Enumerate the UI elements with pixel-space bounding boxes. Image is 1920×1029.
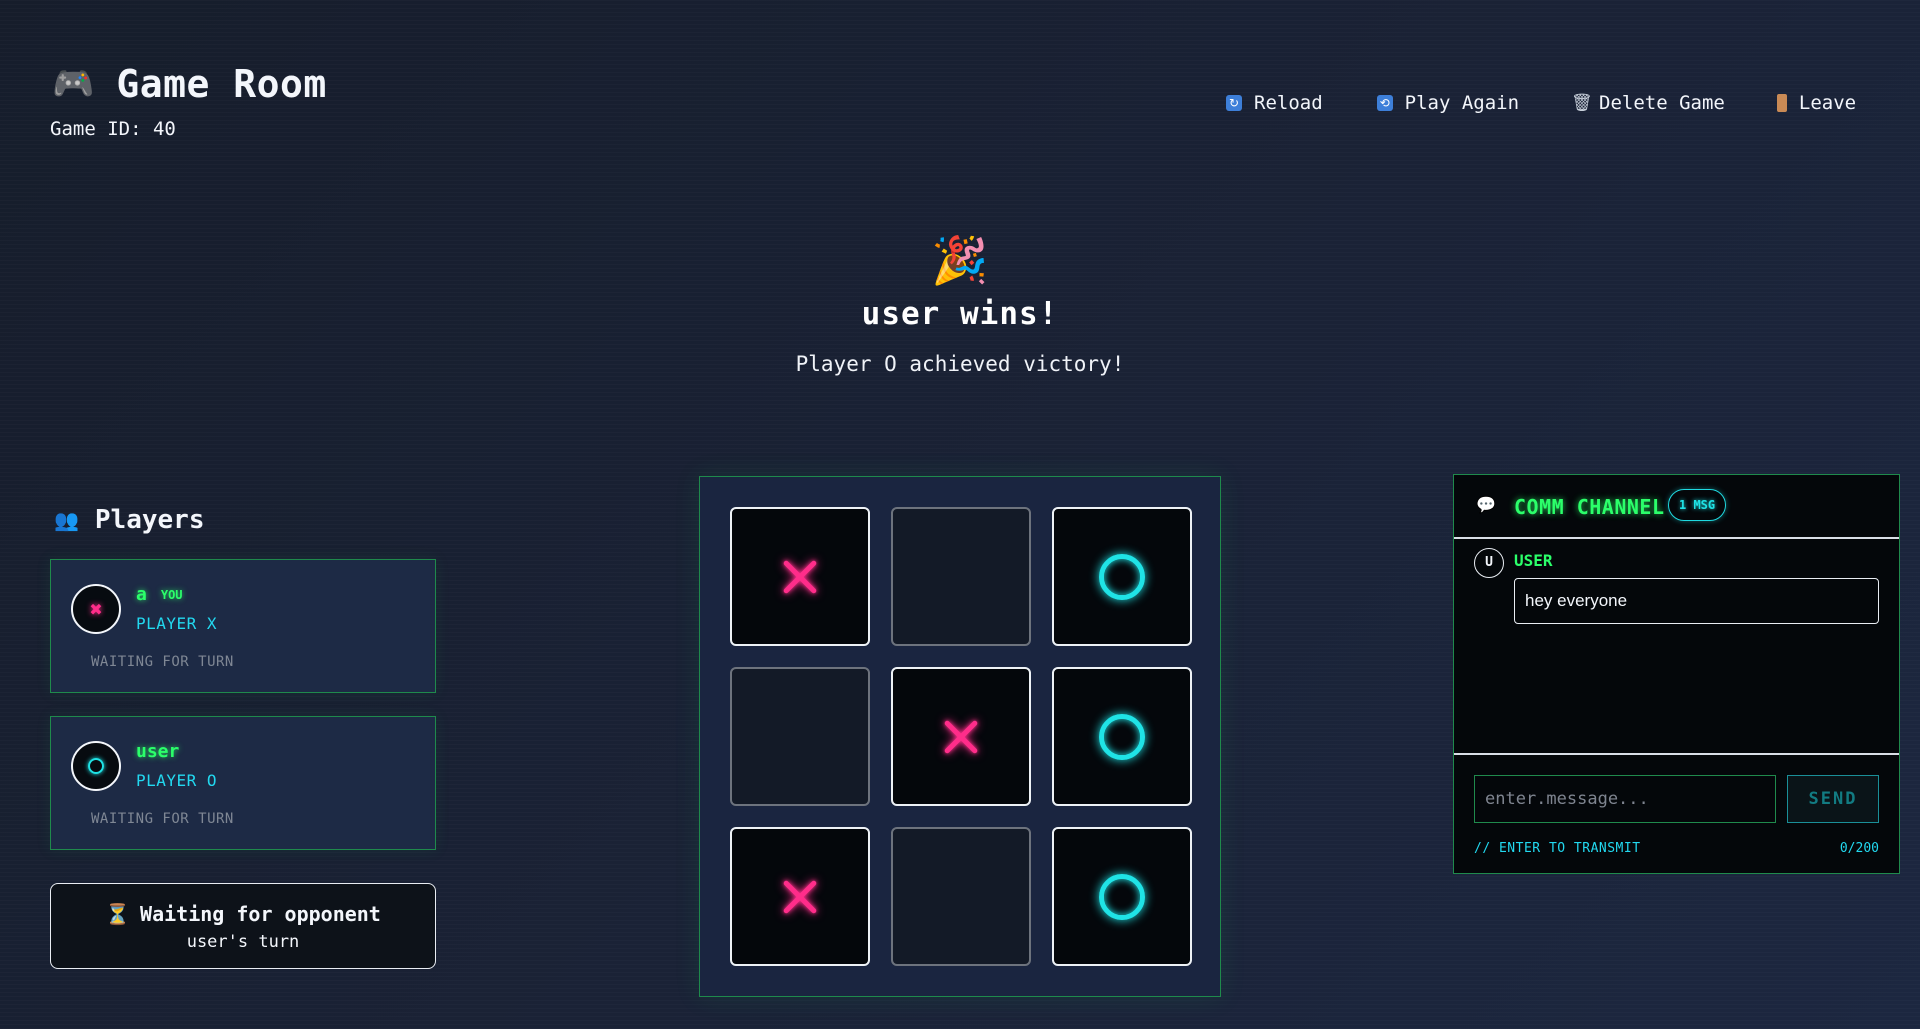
x-mark-icon [941, 717, 981, 757]
trash-icon: 🗑 [1571, 93, 1593, 113]
player-status: WAITING FOR TURN [91, 654, 234, 670]
message-username: USER [1514, 551, 1553, 570]
char-counter: 0/200 [1839, 841, 1879, 856]
board-cell[interactable] [730, 667, 870, 806]
speech-bubble-icon: 💬 [1476, 495, 1496, 514]
header-actions: ↻ Reload ⟲ Play Again 🗑 Delete Game Leav… [1226, 92, 1856, 114]
repeat-icon: ⟲ [1376, 95, 1393, 111]
board-cell[interactable] [730, 827, 870, 966]
o-mark-icon [1099, 873, 1145, 920]
play-again-label: Play Again [1404, 92, 1520, 114]
turn-status-title-row: ⏳ Waiting for opponent [51, 902, 435, 926]
winner-title: user wins! [861, 296, 1059, 332]
you-badge: YOU [160, 587, 183, 602]
send-button[interactable]: SEND [1787, 775, 1879, 823]
reload-label: Reload [1254, 92, 1323, 114]
winner-banner: 🎉 user wins! Player O achieved victory! [0, 232, 1920, 376]
player-card: user PLAYER O WAITING FOR TURN [50, 716, 436, 850]
o-mark-icon [1099, 713, 1145, 760]
x-mark-icon [780, 877, 820, 917]
chat-header: 💬 COMM CHANNEL 1 MSG [1454, 475, 1899, 539]
game-board [699, 476, 1221, 997]
board-cell[interactable] [891, 667, 1031, 806]
hourglass-icon: ⏳ [105, 902, 131, 926]
delete-game-button[interactable]: 🗑 Delete Game [1571, 92, 1725, 114]
message-avatar: U [1474, 548, 1504, 578]
player-avatar [71, 741, 121, 791]
play-again-button[interactable]: ⟲ Play Again [1376, 92, 1520, 114]
turn-status-title: Waiting for opponent [140, 902, 381, 926]
x-mark-icon [780, 557, 820, 597]
message-count-badge: 1 MSG [1668, 489, 1727, 521]
player-role: PLAYER X [136, 614, 218, 633]
chat-footer: SEND // ENTER TO TRANSMIT 0/200 [1454, 753, 1899, 873]
board-cell[interactable] [891, 827, 1031, 966]
board-cell[interactable] [891, 507, 1031, 646]
player-name: a [136, 584, 147, 605]
board-cell[interactable] [730, 507, 870, 646]
board-cell[interactable] [1052, 827, 1192, 966]
chat-message-input[interactable] [1474, 775, 1776, 823]
reload-icon: ↻ [1226, 95, 1242, 111]
player-role: PLAYER O [136, 771, 218, 790]
door-icon [1776, 94, 1787, 112]
player-card: ✖ a YOU PLAYER X WAITING FOR TURN [50, 559, 436, 693]
o-symbol-icon [88, 758, 104, 774]
players-title: Players [94, 505, 205, 535]
gamepad-icon: 🎮 [52, 64, 95, 104]
x-symbol-icon: ✖ [89, 599, 103, 619]
chat-panel: 💬 COMM CHANNEL 1 MSG U USER hey everyone… [1453, 474, 1900, 874]
chat-title: COMM CHANNEL [1514, 495, 1665, 519]
message-text: hey everyone [1514, 578, 1879, 624]
player-avatar: ✖ [71, 584, 121, 634]
winner-subtitle: Player O achieved victory! [795, 352, 1125, 376]
board-cell[interactable] [1052, 667, 1192, 806]
player-name-row: a YOU [136, 584, 183, 605]
players-header: 👥 Players [54, 505, 204, 535]
turn-status-box: ⏳ Waiting for opponent user's turn [50, 883, 436, 969]
board-cell[interactable] [1052, 507, 1192, 646]
page-title: Game Room [116, 62, 327, 106]
leave-label: Leave [1798, 92, 1857, 114]
player-name-row: user [136, 741, 179, 762]
page-header: 🎮 Game Room [52, 62, 327, 106]
send-hint: // ENTER TO TRANSMIT [1474, 841, 1641, 856]
leave-button[interactable]: Leave [1776, 92, 1857, 114]
o-mark-icon [1099, 553, 1145, 600]
party-popper-icon: 🎉 [931, 233, 989, 287]
player-status: WAITING FOR TURN [91, 811, 234, 827]
turn-status-subtitle: user's turn [186, 932, 300, 952]
users-icon: 👥 [54, 508, 79, 532]
game-id: Game ID: 40 [50, 118, 176, 140]
player-name: user [136, 741, 180, 762]
reload-button[interactable]: ↻ Reload [1226, 92, 1323, 114]
delete-game-label: Delete Game [1599, 92, 1725, 114]
